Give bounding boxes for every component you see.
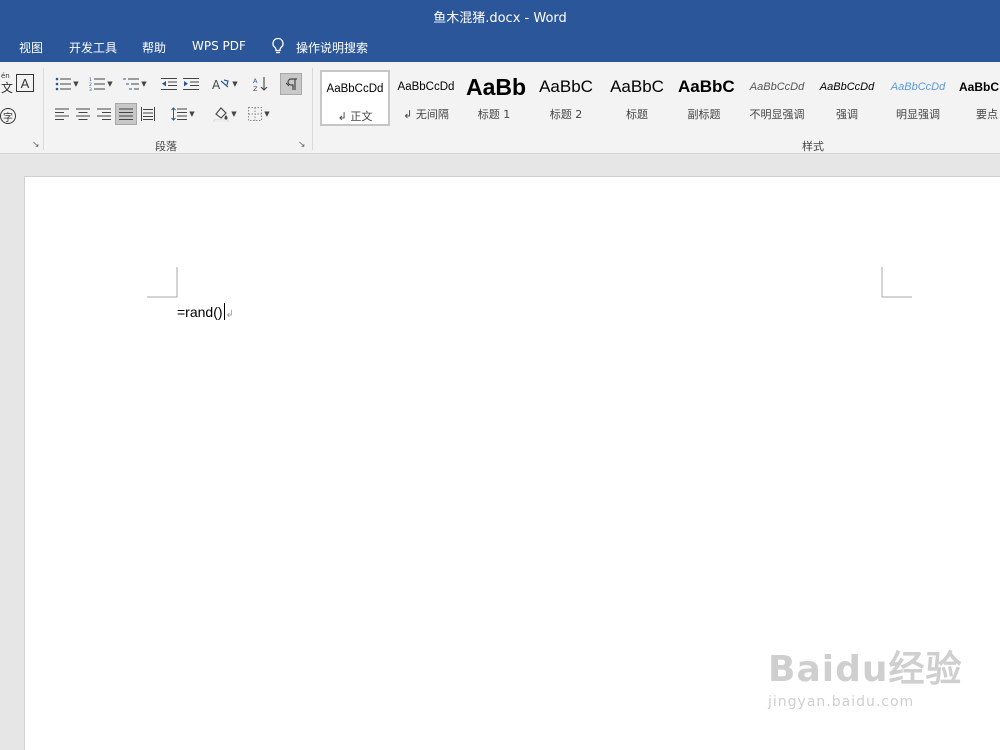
paragraph-group-label: 段落 xyxy=(155,140,177,153)
styles-group-label: 样式 xyxy=(802,140,824,153)
ribbon-tab-bar: 视图 开发工具 帮助 WPS PDF 操作说明搜索 xyxy=(0,30,1000,62)
tab-developer[interactable]: 开发工具 xyxy=(69,39,117,56)
sort-icon[interactable]: A Z xyxy=(250,74,272,94)
numbering-icon[interactable]: 1 2 3 ▼ xyxy=(86,74,116,94)
bullets-icon[interactable]: ▼ xyxy=(52,74,82,94)
tab-help[interactable]: 帮助 xyxy=(142,39,166,56)
group-separator xyxy=(312,68,313,150)
align-right-icon[interactable] xyxy=(94,104,114,124)
tab-wps-pdf[interactable]: WPS PDF xyxy=(192,39,246,53)
decrease-indent-icon[interactable] xyxy=(158,74,180,94)
ribbon: én 文 A 字 ↘ ▼ 1 2 3 ▼ ▼ A ▼ A Z ▼ ▼ ▼ 段落 … xyxy=(0,62,1000,154)
multilevel-list-icon[interactable]: ▼ xyxy=(120,74,150,94)
paragraph-mark: ↲ xyxy=(225,309,234,320)
margin-corner-top-left xyxy=(147,267,178,298)
lightbulb-icon[interactable] xyxy=(270,37,286,55)
style-strong[interactable]: AaBbC 要点 xyxy=(952,70,1000,126)
increase-indent-icon[interactable] xyxy=(180,74,202,94)
character-border-icon[interactable]: A xyxy=(16,74,34,92)
style-heading-2[interactable]: AaBbC 标题 2 xyxy=(531,70,601,126)
document-text: =rand() xyxy=(177,304,223,320)
group-separator xyxy=(43,68,44,150)
style-normal[interactable]: AaBbCcDd ↲ 正文 xyxy=(320,70,390,126)
svg-text:Z: Z xyxy=(253,85,258,92)
align-left-icon[interactable] xyxy=(52,104,72,124)
baidu-jingyan-watermark: Baidu经验 jingyan.baidu.com xyxy=(768,640,962,710)
justify-icon[interactable] xyxy=(115,103,137,125)
paragraph-dialog-launcher-icon[interactable]: ↘ xyxy=(298,140,306,150)
style-intense-emphasis[interactable]: AaBbCcDd 明显强调 xyxy=(883,70,953,126)
shading-icon[interactable]: ▼ xyxy=(210,104,240,124)
svg-text:A: A xyxy=(212,78,221,91)
tab-view[interactable]: 视图 xyxy=(19,39,43,56)
title-bar: 鱼木混猪.docx - Word xyxy=(0,0,1000,30)
enclose-characters-icon[interactable]: 字 xyxy=(0,106,16,126)
svg-text:A: A xyxy=(253,77,258,85)
watermark-brand: Baidu经验 xyxy=(768,649,963,690)
style-heading-1[interactable]: AaBb 标题 1 xyxy=(462,70,526,126)
tell-me-search[interactable]: 操作说明搜索 xyxy=(296,39,368,56)
line-spacing-icon[interactable]: ▼ xyxy=(168,104,198,124)
chinese-layout-icon[interactable]: A ▼ xyxy=(210,74,240,94)
watermark-url: jingyan.baidu.com xyxy=(768,694,915,710)
show-paragraph-marks-icon[interactable] xyxy=(280,73,302,95)
borders-icon[interactable]: ▼ xyxy=(244,104,274,124)
style-no-spacing[interactable]: AaBbCcDd ↲ 无间隔 xyxy=(391,70,461,126)
distributed-align-icon[interactable] xyxy=(138,104,158,124)
font-dialog-launcher-icon[interactable]: ↘ xyxy=(32,140,40,150)
style-title[interactable]: AaBbC 标题 xyxy=(602,70,672,126)
phonetic-guide-icon[interactable]: én 文 xyxy=(0,72,14,95)
svg-text:3: 3 xyxy=(89,87,92,91)
style-subtle-emphasis[interactable]: AaBbCcDd 不明显强调 xyxy=(742,70,812,126)
style-emphasis[interactable]: AaBbCcDd 强调 xyxy=(812,70,882,126)
document-body-text[interactable]: =rand() ↲ xyxy=(177,303,234,320)
text-cursor xyxy=(223,303,225,320)
margin-corner-top-right xyxy=(881,267,912,298)
style-subtitle[interactable]: AaBbC 副标题 xyxy=(672,70,736,126)
align-center-icon[interactable] xyxy=(73,104,93,124)
window-title: 鱼木混猪.docx - Word xyxy=(433,11,567,26)
